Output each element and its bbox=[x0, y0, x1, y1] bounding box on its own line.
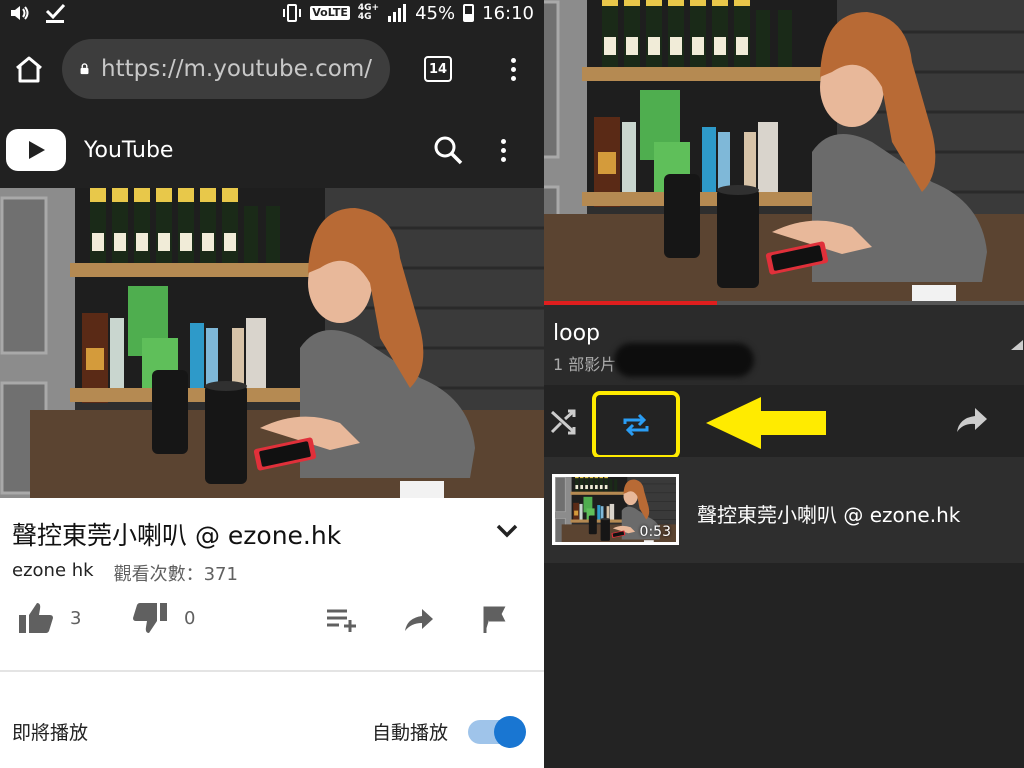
report-flag-icon[interactable] bbox=[482, 606, 508, 634]
thumbs-up-icon bbox=[19, 603, 53, 633]
toggle-knob bbox=[494, 716, 526, 748]
view-count: 觀看次數：371 bbox=[113, 564, 238, 585]
battery-icon bbox=[463, 4, 475, 22]
url-text: https://m.youtube.com/ bbox=[101, 56, 372, 82]
volte-badge: VoLTE bbox=[310, 6, 350, 20]
shuffle-icon[interactable] bbox=[550, 409, 578, 435]
youtube-brand: YouTube bbox=[84, 137, 174, 163]
video-frame bbox=[0, 188, 544, 498]
playlist-header: loop 1 部影片 bbox=[544, 305, 1024, 385]
share-icon[interactable] bbox=[404, 608, 434, 632]
browser-menu-icon[interactable] bbox=[511, 54, 530, 85]
share-icon[interactable] bbox=[956, 407, 988, 433]
network-type-indicator: 4G+ 4G bbox=[357, 3, 380, 22]
lock-icon bbox=[80, 63, 89, 75]
video-player[interactable] bbox=[0, 188, 544, 498]
divider bbox=[0, 670, 544, 672]
like-count: 3 bbox=[70, 607, 82, 629]
video-player-playlist[interactable] bbox=[544, 0, 1024, 302]
clock: 16:10 bbox=[482, 2, 534, 24]
browser-toolbar: https://m.youtube.com/ 14 bbox=[0, 26, 544, 112]
playlist-count: 1 部影片 bbox=[553, 355, 617, 374]
youtube-logo-icon[interactable] bbox=[6, 129, 66, 171]
chevron-up-icon[interactable] bbox=[1010, 339, 1024, 351]
volume-icon bbox=[11, 6, 29, 20]
vibrate-icon bbox=[283, 4, 302, 22]
add-to-playlist-icon[interactable] bbox=[326, 608, 358, 632]
video-thumbnail: 0:53 bbox=[552, 474, 679, 545]
chevron-down-icon[interactable] bbox=[494, 522, 520, 540]
battery-percent: 45% bbox=[415, 2, 456, 24]
play-icon bbox=[29, 141, 45, 159]
repeat-icon bbox=[623, 413, 649, 437]
video-frame bbox=[544, 0, 1024, 302]
playlist-title: loop bbox=[553, 321, 600, 346]
dislike-count: 0 bbox=[184, 607, 196, 629]
autoplay-toggle[interactable] bbox=[468, 716, 526, 748]
duration-badge: 0:53 bbox=[639, 524, 671, 540]
status-bar: VoLTE 4G+ 4G 45% 16:10 bbox=[0, 0, 544, 26]
redaction-blur bbox=[614, 343, 754, 377]
search-icon[interactable] bbox=[433, 135, 463, 165]
home-icon[interactable] bbox=[14, 55, 44, 83]
thumbs-down-icon bbox=[133, 603, 167, 633]
playlist-controls bbox=[544, 385, 1024, 459]
dislike-button[interactable]: 0 bbox=[132, 602, 195, 634]
autoplay-label: 自動播放 bbox=[372, 722, 449, 744]
video-meta: ezone hk 觀看次數：371 bbox=[12, 560, 238, 586]
address-bar[interactable]: https://m.youtube.com/ bbox=[62, 39, 390, 99]
pointer-arrow-icon bbox=[706, 397, 826, 449]
like-button[interactable]: 3 bbox=[18, 602, 81, 634]
youtube-menu-icon[interactable] bbox=[501, 135, 544, 166]
signal-icon bbox=[388, 4, 407, 22]
channel-name[interactable]: ezone hk bbox=[12, 560, 94, 586]
playlist-item-title: 聲控東莞小喇叭 @ ezone.hk bbox=[697, 503, 961, 527]
tab-switcher-button[interactable]: 14 bbox=[424, 56, 452, 82]
up-next-label: 即將播放 bbox=[12, 722, 89, 744]
playlist-item[interactable]: 0:53 聲控東莞小喇叭 @ ezone.hk bbox=[544, 457, 1024, 563]
loop-button[interactable] bbox=[592, 391, 680, 459]
left-pane: VoLTE 4G+ 4G 45% 16:10 https://m.youtube… bbox=[0, 0, 544, 768]
video-actions: 3 0 bbox=[0, 600, 544, 640]
video-title: 聲控東莞小喇叭 @ ezone.hk bbox=[12, 521, 342, 550]
youtube-header: YouTube bbox=[0, 112, 544, 188]
download-done-icon bbox=[45, 3, 66, 23]
